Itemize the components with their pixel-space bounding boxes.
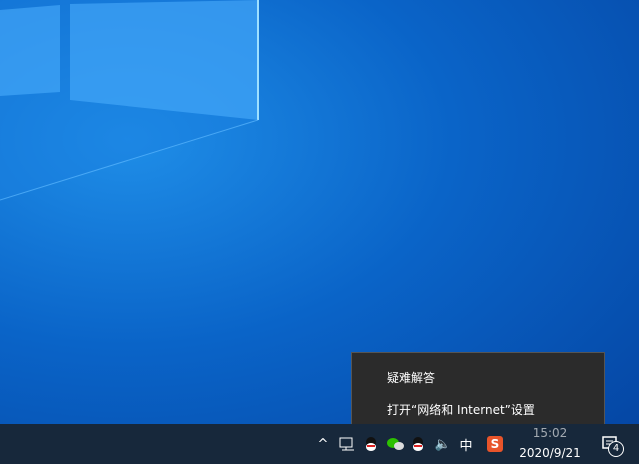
network-context-menu: 疑难解答 打开“网络和 Internet”设置: [351, 352, 605, 433]
menu-item-network-settings[interactable]: 打开“网络和 Internet”设置: [352, 394, 604, 426]
sogou-icon[interactable]: S: [484, 424, 506, 464]
clock[interactable]: 15:02 2020/9/21: [510, 424, 590, 464]
menu-item-troubleshoot[interactable]: 疑难解答: [352, 362, 604, 394]
qq-icon[interactable]: [362, 424, 380, 464]
notification-badge: 4: [608, 441, 624, 457]
taskbar: ^ 🔈 中 S 15:02 2020/9/21 4: [0, 424, 639, 464]
chevron-up-icon[interactable]: ^: [314, 424, 332, 464]
sogou-logo: S: [487, 436, 503, 452]
volume-icon[interactable]: 🔈: [432, 424, 454, 464]
network-icon[interactable]: [337, 424, 357, 464]
qq-icon-2[interactable]: [409, 424, 427, 464]
wechat-icon[interactable]: [385, 424, 407, 464]
ime-indicator[interactable]: 中: [456, 424, 476, 464]
time: 15:02: [532, 426, 568, 440]
notification-center-button[interactable]: 4: [595, 424, 625, 464]
date: 2020/9/21: [519, 446, 581, 460]
